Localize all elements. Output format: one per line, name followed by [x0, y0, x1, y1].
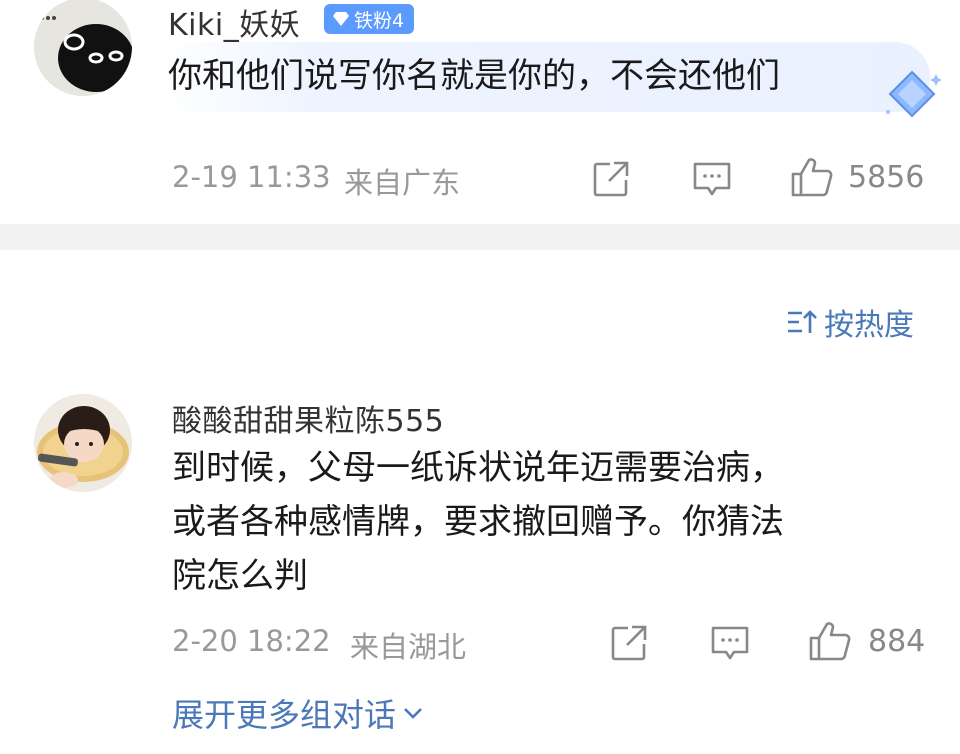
like-count: 884 [868, 624, 926, 659]
expand-conversation-link[interactable]: 展开更多组对话 [172, 690, 424, 736]
like-icon[interactable] [790, 156, 834, 198]
avatar[interactable] [34, 394, 132, 492]
sort-icon [788, 310, 817, 333]
comment-icon[interactable] [710, 624, 750, 662]
section-divider [0, 224, 960, 250]
username[interactable]: 酸酸甜甜果粒陈555 [172, 396, 444, 440]
sort-button[interactable]: 按热度 [786, 300, 914, 344]
comment-location: 来自湖北 [350, 630, 467, 664]
chevron-down-icon [404, 708, 422, 719]
comment-text: 你和他们说写你名就是你的，不会还他们 [168, 56, 780, 96]
diamond-decoration-icon [882, 68, 942, 124]
share-icon[interactable] [610, 624, 648, 662]
like-count: 5856 [848, 160, 925, 195]
username[interactable]: Kiki_妖妖 [168, 0, 300, 44]
share-icon[interactable] [592, 160, 630, 198]
comment-time: 2-20 18:22 [172, 624, 331, 658]
comment-text-line-2: 或者各种感情牌，要求撤回赠予。你猜法 [172, 502, 784, 542]
expand-label: 展开更多组对话 [172, 696, 397, 734]
comment-location: 来自广东 [344, 166, 461, 200]
comment-icon[interactable] [692, 160, 732, 198]
comment-text-line-1: 到时候，父母一纸诉状说年迈需要治病， [172, 448, 784, 488]
fan-badge: 铁粉4 [324, 4, 414, 34]
comment-time: 2-19 11:33 [172, 160, 331, 194]
fan-badge-label: 铁粉4 [354, 9, 405, 32]
sort-label: 按热度 [824, 308, 914, 343]
like-icon[interactable] [808, 620, 852, 662]
avatar[interactable] [34, 0, 132, 96]
comment-text-line-3: 院怎么判 [172, 556, 308, 596]
diamond-icon [333, 12, 349, 26]
